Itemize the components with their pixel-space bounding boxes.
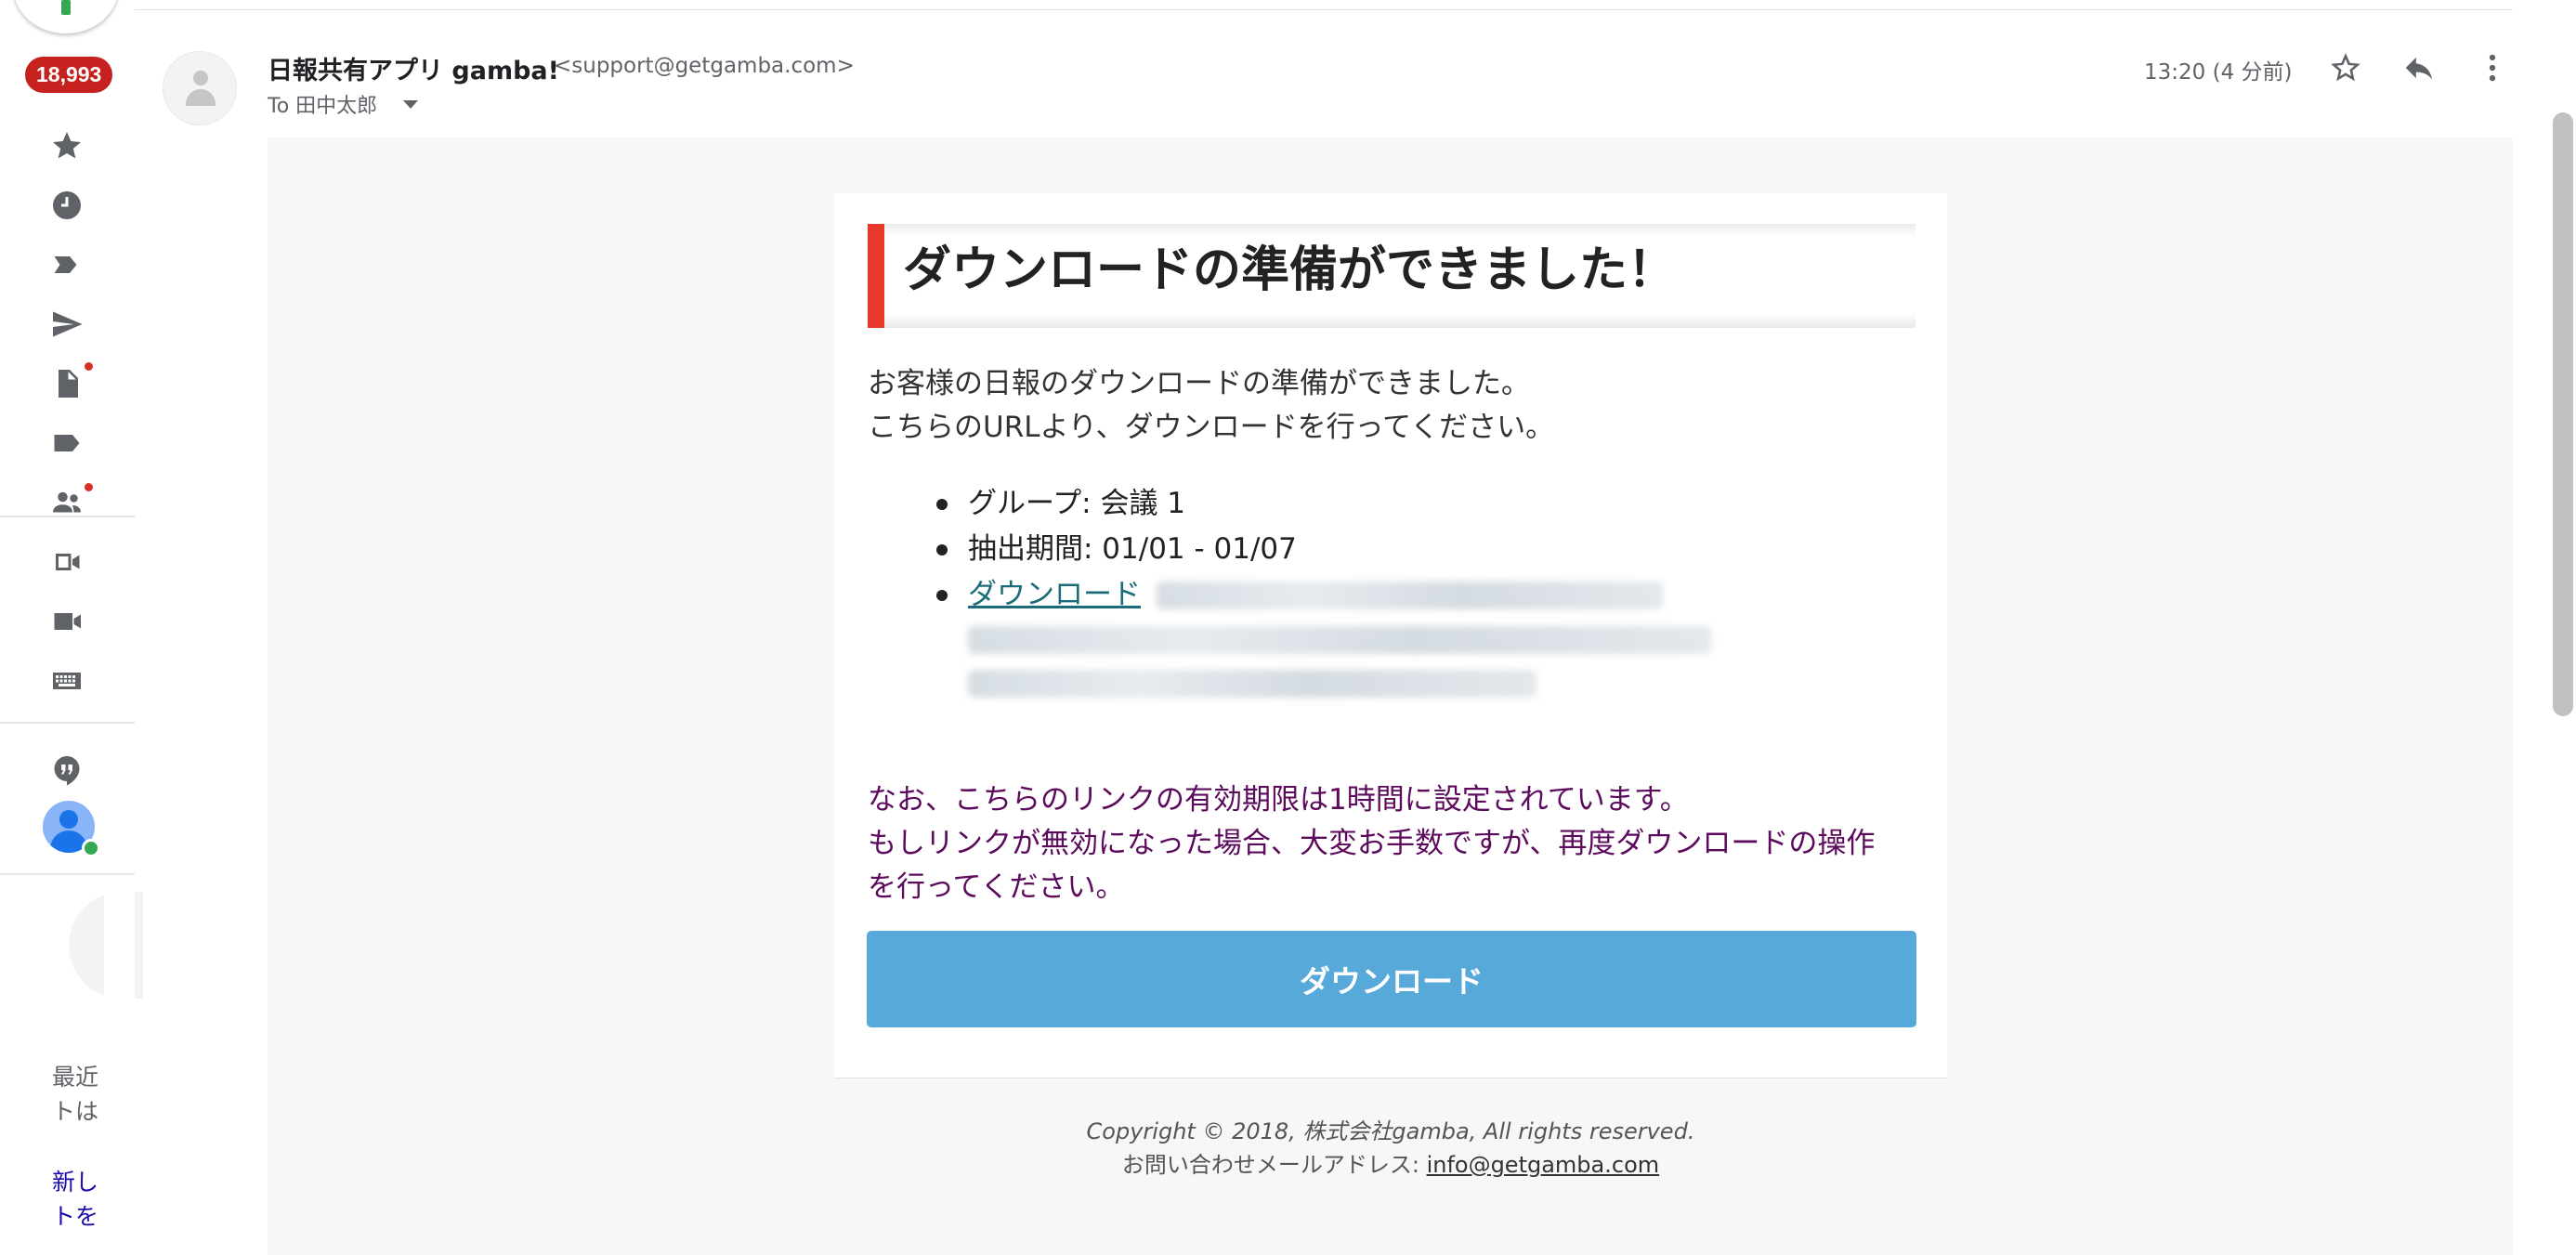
header-divider: [135, 9, 2513, 10]
compose-plus-icon: [61, 0, 71, 15]
recent-text-line2: トは: [52, 1098, 99, 1125]
video-icon[interactable]: [45, 599, 89, 644]
bullet: [936, 499, 948, 510]
title-accent-bar: [868, 224, 884, 328]
redacted-url-line3[interactable]: [968, 670, 1536, 698]
rail-divider: [0, 722, 135, 724]
notice-line: を行ってください。: [868, 870, 1125, 904]
send-icon[interactable]: [45, 302, 89, 346]
redacted-url-line2[interactable]: [968, 626, 1711, 654]
intro-line: お客様の日報のダウンロードの準備ができました。: [868, 367, 1530, 400]
rail-divider: [0, 873, 135, 875]
left-nav-rail: 18,993 最近 トは 新し トを: [0, 0, 143, 1255]
hangouts-icon[interactable]: [45, 748, 89, 792]
contact-line: お問い合わせメールアドレス: info@getgamba.com: [834, 1148, 1947, 1182]
intro-line: こちらのURLより、ダウンロードを行ってください。: [868, 411, 1555, 444]
draft-notification-dot: [83, 360, 95, 373]
online-status-dot: [82, 839, 100, 857]
download-link-item: ダウンロード: [968, 572, 1141, 618]
email-footer: Copyright © 2018, 株式会社gamba, All rights …: [834, 1115, 1947, 1182]
star-icon[interactable]: [45, 124, 89, 168]
contact-email-link[interactable]: info@getgamba.com: [1427, 1152, 1660, 1178]
sender-avatar[interactable]: [163, 51, 237, 125]
bullet: [936, 590, 948, 601]
notice-line: もしリンクが無効になった場合、大変お手数ですが、再度ダウンロードの操作: [868, 827, 1876, 860]
reply-icon[interactable]: [2399, 48, 2439, 87]
label-icon[interactable]: [45, 421, 89, 465]
download-link[interactable]: ダウンロード: [968, 578, 1141, 611]
more-options-icon[interactable]: [2473, 48, 2512, 87]
message-timestamp: 13:20 (4 分前): [2144, 60, 2293, 85]
rail-divider: [0, 516, 135, 517]
new-link-line2[interactable]: トを: [52, 1199, 105, 1234]
expiry-notice: なお、こちらのリンクの有効期限は1時間に設定されています。 もしリンクが無効にな…: [868, 778, 1875, 909]
unread-count-badge: 18,993: [25, 57, 113, 93]
notice-line: なお、こちらのリンクの有効期限は1時間に設定されています。: [868, 783, 1689, 817]
recipient-line: To 田中太郎: [268, 95, 378, 118]
important-icon[interactable]: [45, 242, 89, 287]
star-message-icon[interactable]: [2326, 48, 2365, 87]
redacted-url-line1[interactable]: [1157, 582, 1663, 609]
gmail-window: 18,993 最近 トは 新し トを 日報共有アプリ gamba! <suppo…: [0, 0, 2576, 1255]
sender-email: <support@getgamba.com>: [554, 54, 855, 78]
bullet: [936, 544, 948, 556]
copyright-text: Copyright © 2018, 株式会社gamba, All rights …: [1086, 1118, 1695, 1144]
detail-group: グループ: 会議 1: [968, 487, 1186, 520]
scrollbar-thumb[interactable]: [2553, 112, 2573, 716]
keyboard-icon[interactable]: [45, 659, 89, 703]
new-link-line1[interactable]: 新し: [52, 1165, 105, 1199]
email-title: ダウンロードの準備ができました！: [903, 242, 1677, 298]
video-outline-icon[interactable]: [45, 540, 89, 584]
detail-period: 抽出期間: 01/01 - 01/07: [968, 532, 1297, 566]
intro-text: お客様の日報のダウンロードの準備ができました。 こちらのURLより、ダウンロード…: [868, 362, 1554, 450]
download-button[interactable]: ダウンロード: [867, 931, 1916, 1027]
clock-icon[interactable]: [45, 183, 89, 228]
sender-name: 日報共有アプリ gamba!: [268, 57, 559, 85]
people-notification-dot: [83, 481, 95, 493]
recipient-details-dropdown[interactable]: [403, 100, 418, 109]
recent-text-line1: 最近: [52, 1064, 99, 1091]
contact-label: お問い合わせメールアドレス:: [1121, 1152, 1427, 1178]
